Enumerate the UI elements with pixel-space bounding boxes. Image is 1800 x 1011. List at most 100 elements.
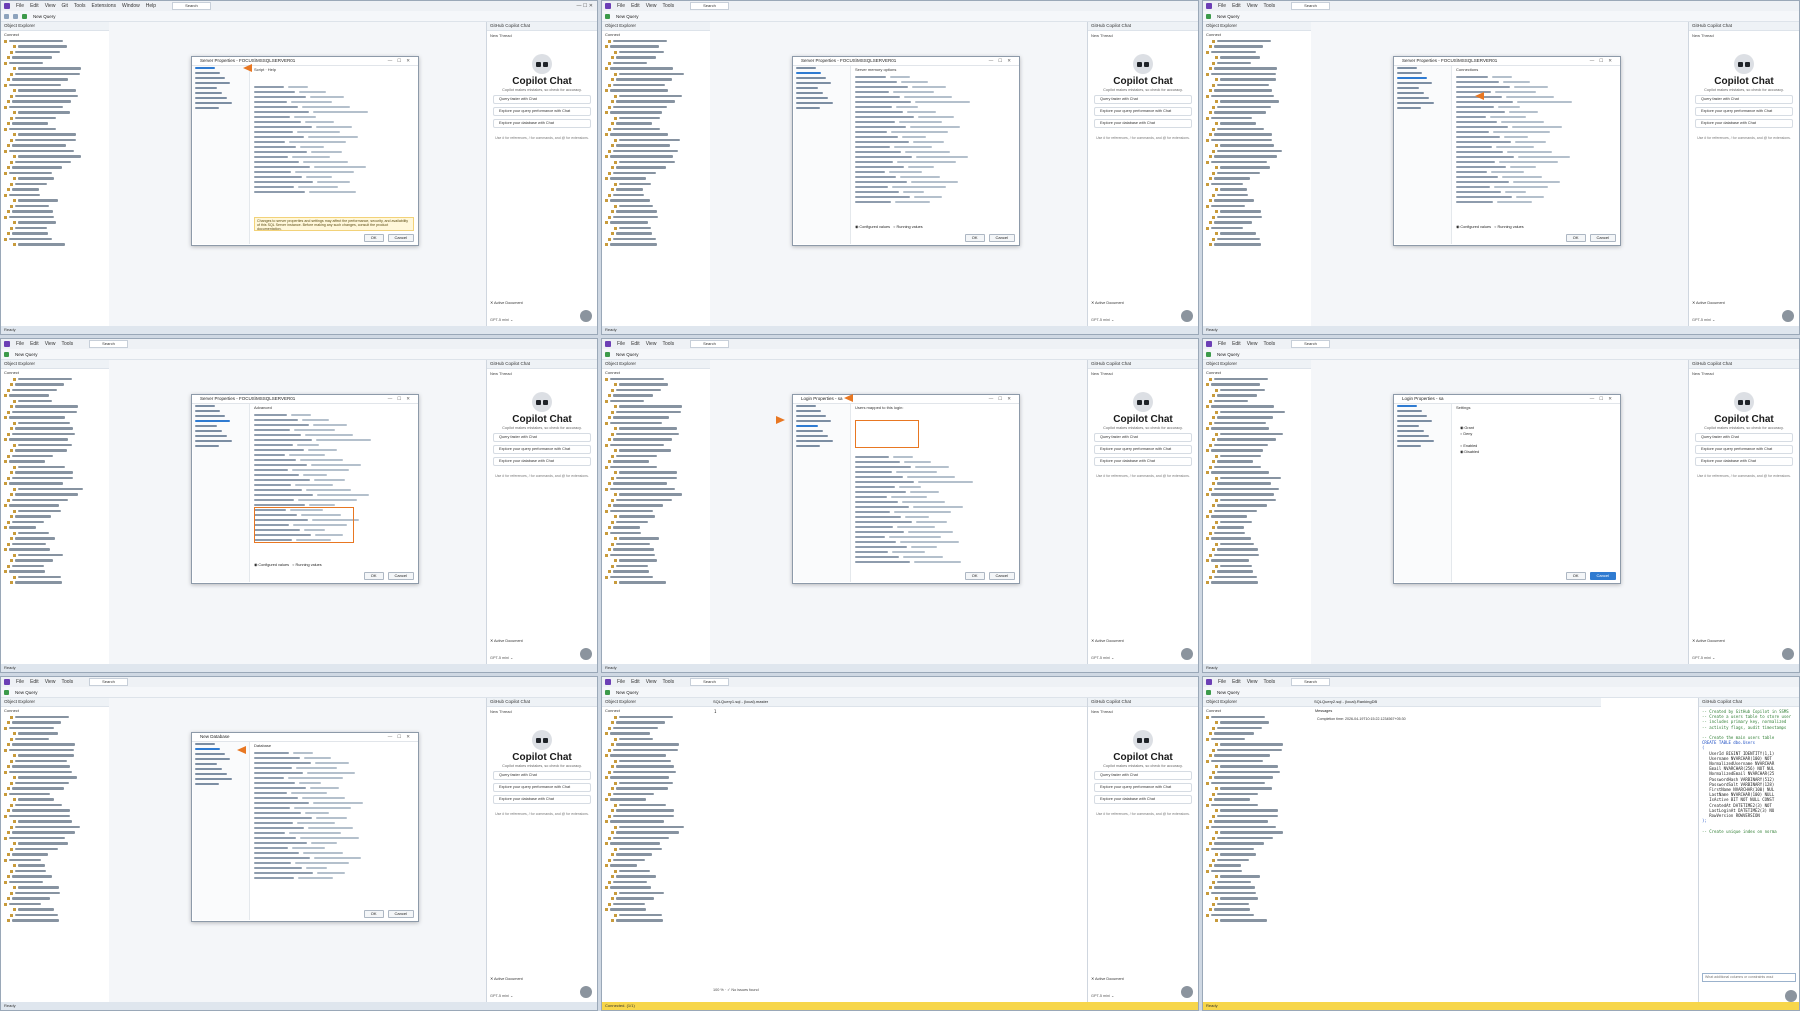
tree-node[interactable]	[602, 902, 710, 907]
page-item[interactable]	[1397, 430, 1449, 434]
explorer-tree[interactable]	[1, 377, 109, 586]
tree-node[interactable]	[602, 138, 710, 143]
page-item[interactable]	[195, 425, 247, 429]
menu-view[interactable]: View	[646, 3, 657, 9]
tree-node[interactable]	[602, 509, 710, 514]
tree-node[interactable]	[1203, 737, 1311, 742]
page-item[interactable]	[1397, 440, 1449, 444]
property-row[interactable]	[254, 812, 414, 816]
suggestion-button[interactable]: Query faster with Chat	[493, 95, 591, 104]
tree-node[interactable]	[1, 525, 109, 530]
property-row[interactable]	[855, 91, 1015, 95]
suggestion-button[interactable]: Query faster with Chat	[493, 433, 591, 442]
property-row[interactable]	[254, 414, 414, 418]
menu-view[interactable]: View	[45, 3, 56, 9]
tree-node[interactable]	[1, 514, 109, 519]
tree-node[interactable]	[602, 503, 710, 508]
tree-node[interactable]	[1203, 66, 1311, 71]
window-controls[interactable]: — ☐ ✕	[577, 3, 597, 9]
tree-node[interactable]	[1203, 715, 1311, 720]
menu-tools[interactable]: Tools	[662, 679, 674, 685]
page-item[interactable]	[195, 102, 247, 106]
tree-node[interactable]	[1, 797, 109, 802]
send-icon[interactable]	[580, 310, 592, 322]
property-row[interactable]	[254, 847, 414, 851]
active-document-chip[interactable]: ✕ Active Document	[1091, 638, 1195, 643]
page-item[interactable]	[796, 420, 848, 424]
tree-node[interactable]	[1203, 88, 1311, 93]
tree-node[interactable]	[1, 720, 109, 725]
explorer-tree[interactable]	[1203, 377, 1311, 586]
tree-node[interactable]	[1, 72, 109, 77]
tree-node[interactable]	[1203, 514, 1311, 519]
suggestion-button[interactable]: Explore your query performance with Chat	[493, 783, 591, 792]
tree-node[interactable]	[1, 808, 109, 813]
menu-tools[interactable]: Tools	[1263, 3, 1275, 9]
tree-node[interactable]	[602, 193, 710, 198]
tree-node[interactable]	[602, 44, 710, 49]
suggestion-button[interactable]: Explore your query performance with Chat	[1094, 445, 1192, 454]
tree-node[interactable]	[1203, 830, 1311, 835]
property-row[interactable]	[1456, 181, 1616, 185]
new-query-button[interactable]: New Query	[31, 14, 58, 19]
property-row[interactable]	[855, 151, 1015, 155]
tree-node[interactable]	[1, 492, 109, 497]
connect-button[interactable]: Connect	[1203, 31, 1311, 38]
send-icon[interactable]	[1181, 310, 1193, 322]
page-item[interactable]	[796, 102, 848, 106]
tree-node[interactable]	[1, 509, 109, 514]
property-row[interactable]	[1456, 81, 1616, 85]
search-box[interactable]: Search	[690, 340, 729, 348]
property-row[interactable]	[855, 466, 1015, 470]
tree-node[interactable]	[1, 132, 109, 137]
tree-node[interactable]	[1203, 564, 1311, 569]
tree-node[interactable]	[602, 869, 710, 874]
menu-help[interactable]: Help	[146, 3, 156, 9]
tree-node[interactable]	[1203, 448, 1311, 453]
tree-node[interactable]	[1203, 432, 1311, 437]
tree-node[interactable]	[602, 393, 710, 398]
editor-tab[interactable]: SQLQuery2.sql - (local).RankingDB	[1311, 698, 1601, 707]
tree-node[interactable]	[1, 775, 109, 780]
tree-node[interactable]	[1203, 902, 1311, 907]
suggestion-button[interactable]: Query faster with Chat	[1094, 433, 1192, 442]
tree-node[interactable]	[1203, 525, 1311, 530]
tree-node[interactable]	[1203, 720, 1311, 725]
page-item[interactable]	[796, 77, 848, 81]
tree-node[interactable]	[1203, 39, 1311, 44]
tree-node[interactable]	[1, 193, 109, 198]
property-row[interactable]	[1456, 141, 1616, 145]
search-box[interactable]: Search	[172, 2, 211, 10]
send-icon[interactable]	[1181, 986, 1193, 998]
tree-node[interactable]	[1203, 149, 1311, 154]
active-document-chip[interactable]: ✕ Active Document	[1091, 300, 1195, 305]
tree-node[interactable]	[1, 498, 109, 503]
new-query-icon[interactable]	[605, 351, 610, 357]
property-row[interactable]	[855, 121, 1015, 125]
property-row[interactable]	[855, 111, 1015, 115]
tree-node[interactable]	[1, 476, 109, 481]
tree-node[interactable]	[1203, 470, 1311, 475]
back-icon[interactable]	[4, 13, 9, 19]
tree-node[interactable]	[1, 220, 109, 225]
property-row[interactable]	[254, 136, 414, 140]
tree-node[interactable]	[602, 770, 710, 775]
property-row[interactable]	[1456, 116, 1616, 120]
property-row[interactable]	[1456, 136, 1616, 140]
model-selector[interactable]: GPT-5 mini ⌄	[490, 655, 513, 660]
new-query-icon[interactable]	[605, 689, 610, 695]
tree-node[interactable]	[1, 66, 109, 71]
menu-edit[interactable]: Edit	[30, 341, 39, 347]
menu-window[interactable]: Window	[122, 3, 140, 9]
search-box[interactable]: Search	[89, 340, 128, 348]
page-item[interactable]	[195, 410, 247, 414]
tree-node[interactable]	[1203, 437, 1311, 442]
page-item[interactable]	[195, 773, 247, 777]
page-item[interactable]	[796, 72, 848, 76]
property-row[interactable]	[1456, 101, 1616, 105]
tree-node[interactable]	[1203, 553, 1311, 558]
tree-node[interactable]	[1, 55, 109, 60]
tree-node[interactable]	[1203, 781, 1311, 786]
property-row[interactable]	[254, 429, 414, 433]
property-row[interactable]	[1456, 146, 1616, 150]
